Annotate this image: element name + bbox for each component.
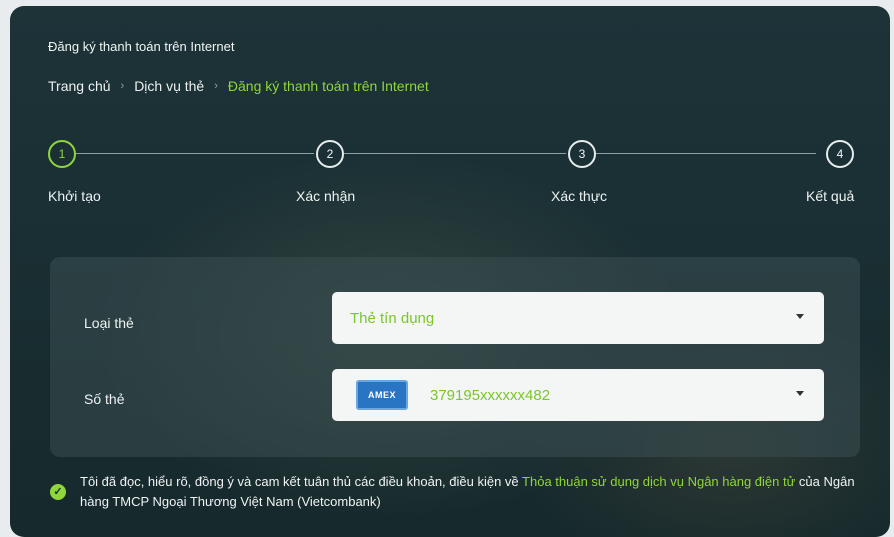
step-1-indicator: 1	[48, 140, 76, 168]
step-2-label: Xác nhận	[296, 188, 356, 204]
step-3-label: Xác thực	[551, 188, 608, 204]
step-4-indicator: 4	[826, 140, 854, 168]
card-type-select[interactable]: Thẻ tín dụng	[332, 292, 824, 344]
step-connector	[344, 153, 566, 154]
card-number-select[interactable]: AMEX 379195xxxxxx482	[332, 369, 824, 421]
checkmark-icon: ✓	[53, 485, 63, 498]
breadcrumb-separator: ›	[214, 80, 218, 92]
card-number-label: Số thẻ	[84, 391, 125, 407]
breadcrumb-home[interactable]: Trang chủ	[48, 78, 111, 94]
card-type-value: Thẻ tín dụng	[350, 309, 435, 327]
page-title: Đăng ký thanh toán trên Internet	[48, 39, 235, 54]
agreement-text: Tôi đã đọc, hiểu rõ, đồng ý và cam kết t…	[80, 472, 870, 512]
agreement-checkbox[interactable]: ✓	[50, 484, 66, 500]
breadcrumb-separator: ›	[120, 80, 125, 92]
card-form: Loại thẻ Thẻ tín dụng Số thẻ AMEX 379195…	[50, 257, 860, 457]
agreement-text-before: Tôi đã đọc, hiểu rõ, đồng ý và cam kết t…	[80, 474, 523, 489]
amex-card-icon: AMEX	[356, 380, 408, 410]
step-connector	[596, 153, 816, 154]
chevron-down-icon	[796, 314, 804, 319]
card-type-label: Loại thẻ	[84, 315, 134, 331]
agreement-row: ✓ Tôi đã đọc, hiểu rõ, đồng ý và cam kết…	[50, 472, 870, 512]
breadcrumb: Trang chủ › Dịch vụ thẻ › Đăng ký thanh …	[48, 78, 429, 94]
step-2-indicator: 2	[316, 140, 344, 168]
agreement-terms-link[interactable]: Thỏa thuận sử dụng dịch vụ Ngân hàng điệ…	[522, 474, 795, 489]
registration-panel: Đăng ký thanh toán trên Internet Trang c…	[10, 6, 890, 537]
breadcrumb-current: Đăng ký thanh toán trên Internet	[227, 78, 429, 94]
progress-stepper: 1 2 3 4 Khởi tạo Xác nhận Xác thực Kết q…	[10, 134, 890, 214]
step-1-label: Khởi tạo	[48, 188, 101, 204]
step-connector	[76, 153, 314, 154]
step-3-indicator: 3	[568, 140, 596, 168]
card-number-value: 379195xxxxxx482	[430, 386, 551, 404]
breadcrumb-card-services[interactable]: Dịch vụ thẻ	[134, 78, 204, 94]
chevron-down-icon	[796, 391, 804, 396]
step-4-label: Kết quả	[806, 188, 855, 204]
